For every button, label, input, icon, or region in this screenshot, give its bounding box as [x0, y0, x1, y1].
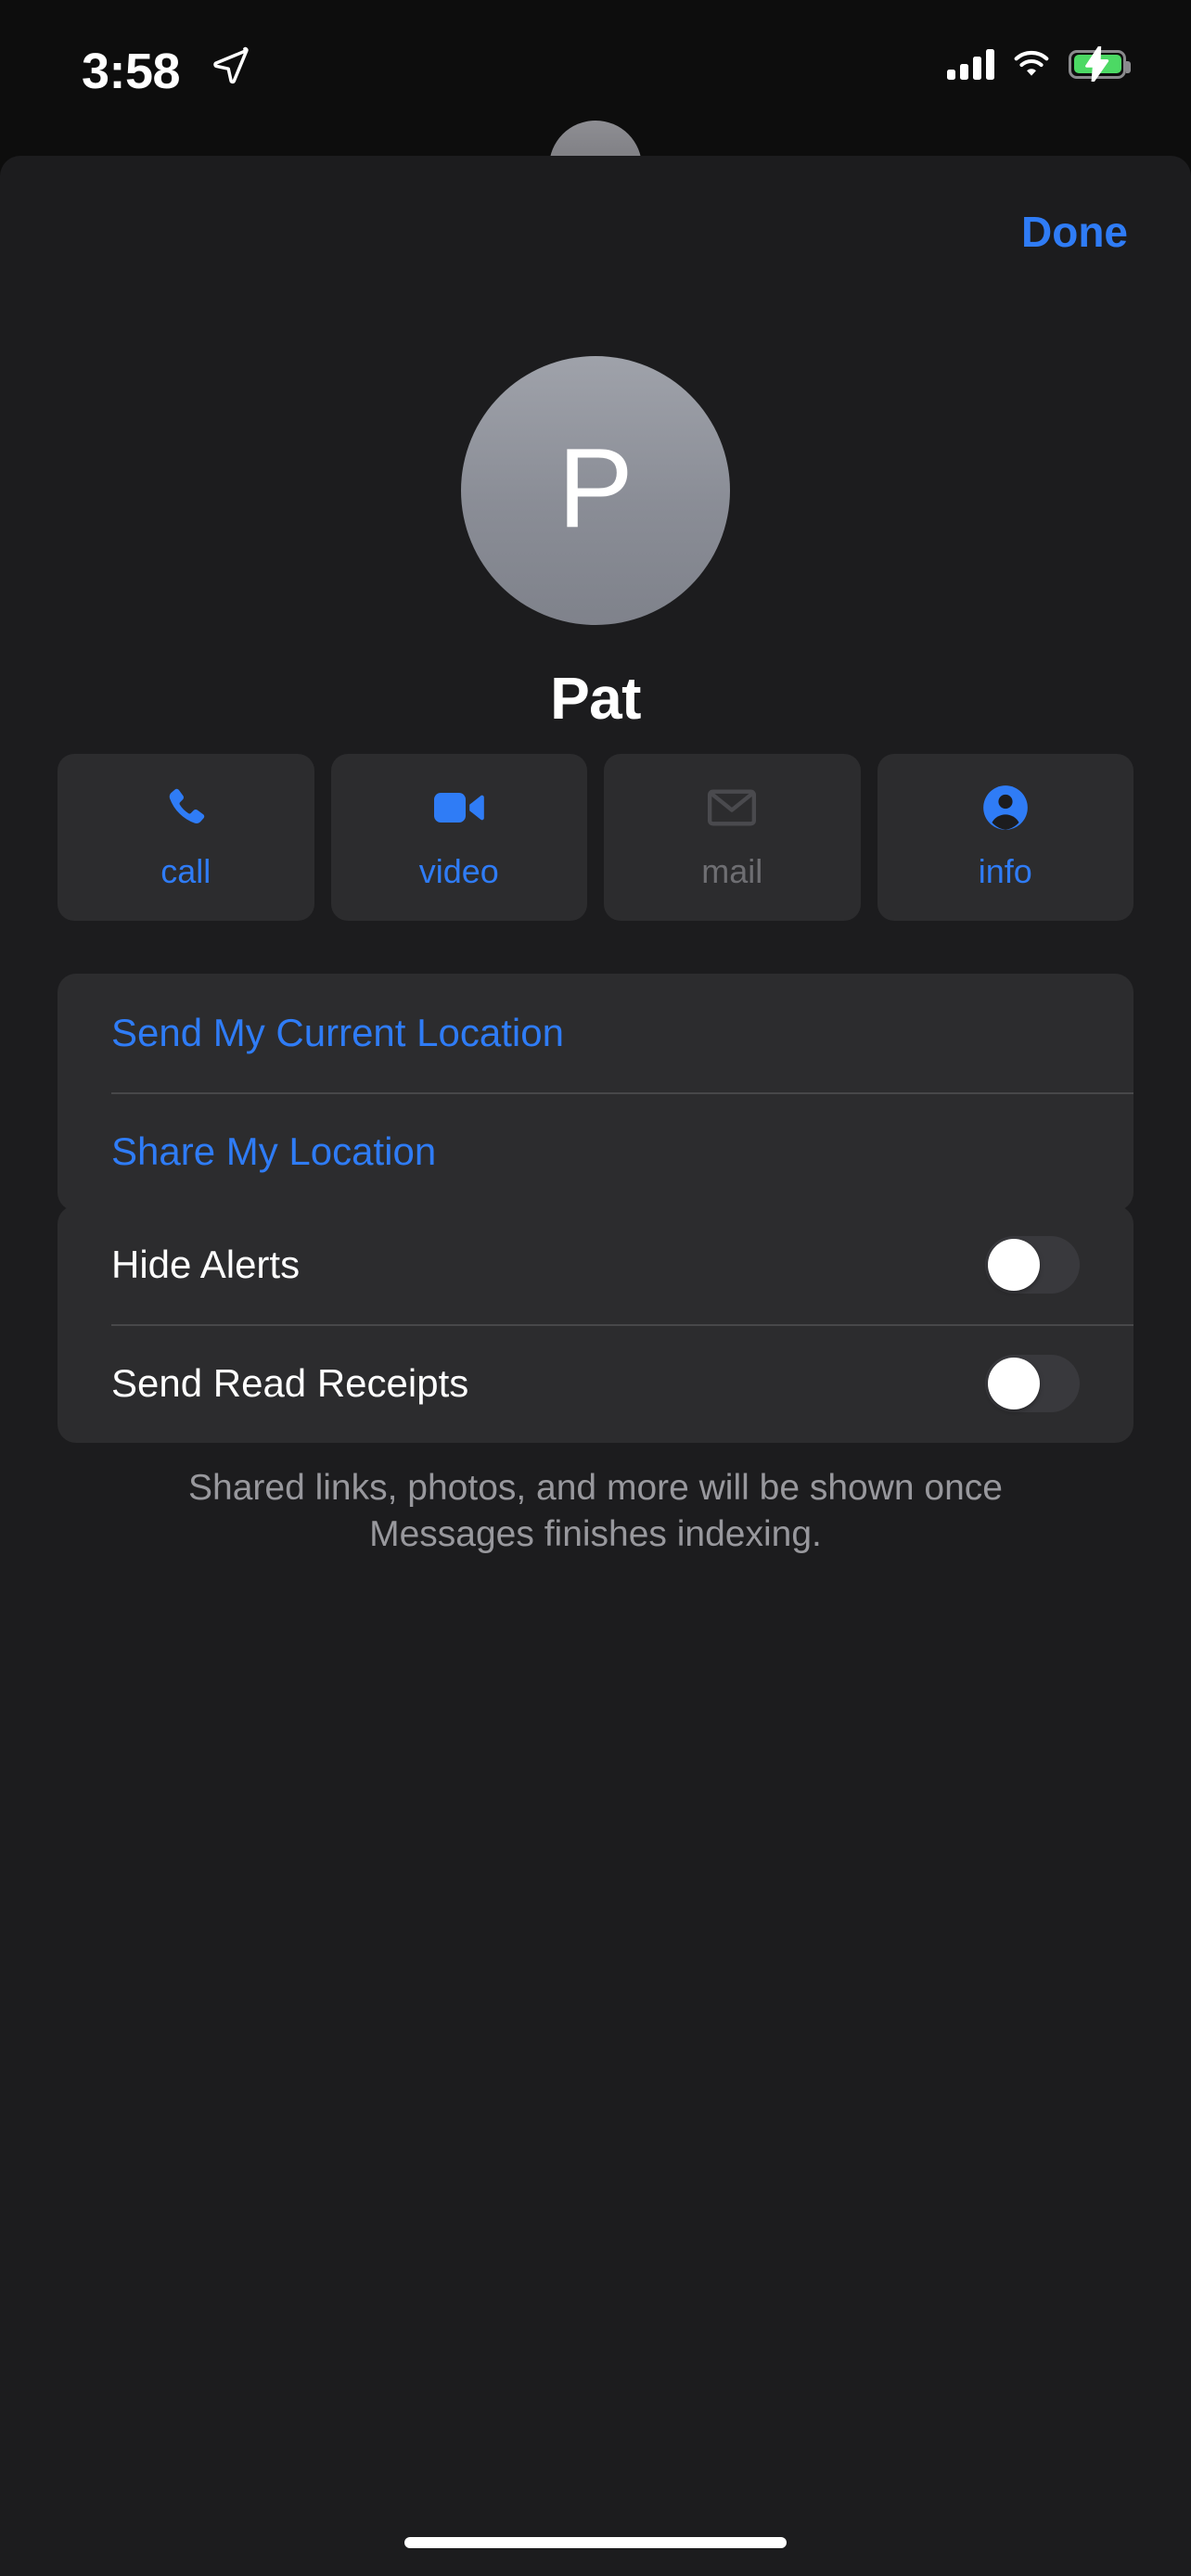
action-tile-info[interactable]: info: [877, 754, 1133, 921]
charging-bolt-icon: [1085, 46, 1109, 82]
contact-header: P Pat: [0, 356, 1191, 733]
status-bar: 3:58: [0, 0, 1191, 153]
quick-actions-row: call video mail info: [58, 754, 1133, 921]
battery-charging-icon: [1069, 46, 1131, 82]
person-circle-icon: [977, 784, 1034, 832]
action-tile-mail-label: mail: [701, 852, 763, 890]
send-current-location-row[interactable]: Send My Current Location: [58, 974, 1133, 1092]
share-my-location-label: Share My Location: [111, 1129, 437, 1173]
send-read-receipts-label: Send Read Receipts: [111, 1361, 469, 1405]
send-current-location-label: Send My Current Location: [111, 1011, 564, 1054]
status-bar-indicators: [947, 46, 1131, 82]
action-tile-info-label: info: [978, 852, 1032, 890]
contact-name: Pat: [550, 665, 641, 732]
contact-details-sheet: Done P Pat call video mail info Send My …: [0, 156, 1191, 2576]
toggle-knob: [988, 1358, 1040, 1409]
action-tile-video-label: video: [418, 852, 499, 890]
envelope-icon: [703, 784, 761, 832]
iphone-screen: 3:58 Done P Pat call video mail info Sen…: [0, 0, 1191, 2576]
hide-alerts-toggle[interactable]: [985, 1236, 1080, 1294]
settings-card: Hide Alerts Send Read Receipts: [58, 1205, 1133, 1443]
hide-alerts-label: Hide Alerts: [111, 1243, 301, 1286]
location-card: Send My Current Location Share My Locati…: [58, 974, 1133, 1211]
status-bar-time: 3:58: [82, 44, 181, 99]
done-button[interactable]: Done: [1021, 207, 1128, 257]
action-tile-call-label: call: [160, 852, 211, 890]
action-tile-mail: mail: [604, 754, 861, 921]
toggle-knob: [988, 1239, 1040, 1291]
action-tile-video[interactable]: video: [330, 754, 587, 921]
cellular-signal-icon: [947, 48, 994, 80]
location-arrow-icon: [213, 46, 249, 84]
phone-icon: [157, 784, 214, 832]
share-my-location-row[interactable]: Share My Location: [58, 1092, 1133, 1211]
action-tile-call[interactable]: call: [58, 754, 314, 921]
video-camera-icon: [430, 784, 488, 832]
send-read-receipts-toggle[interactable]: [985, 1355, 1080, 1412]
avatar-initial: P: [557, 425, 634, 551]
home-indicator[interactable]: [404, 2537, 787, 2548]
indexing-note: Shared links, photos, and more will be s…: [188, 1468, 1003, 1554]
contact-avatar[interactable]: P: [461, 356, 730, 625]
wifi-icon: [1014, 50, 1049, 76]
hide-alerts-row[interactable]: Hide Alerts: [58, 1205, 1133, 1324]
send-read-receipts-row[interactable]: Send Read Receipts: [58, 1324, 1133, 1443]
